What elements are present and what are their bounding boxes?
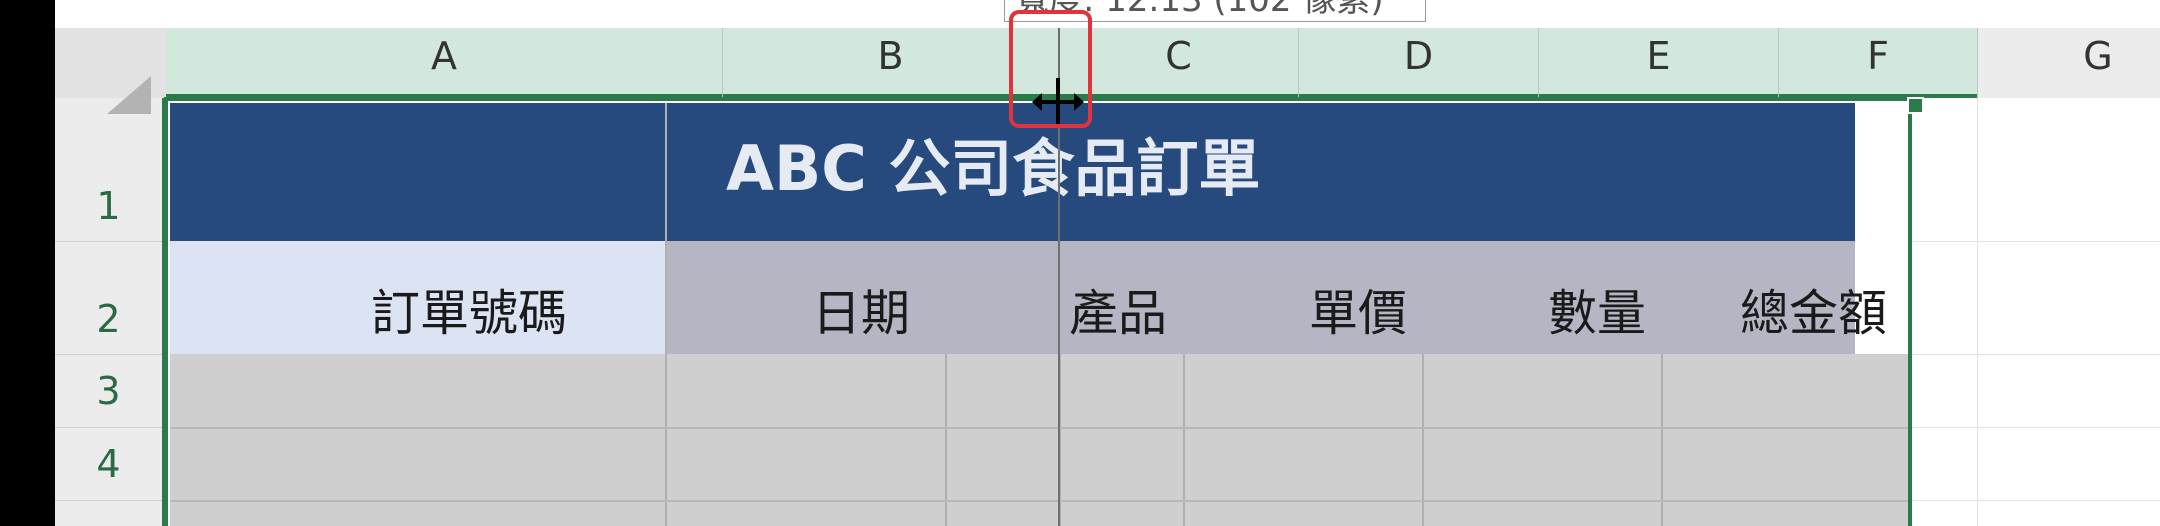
selection-border xyxy=(164,97,1912,526)
row-divider[interactable] xyxy=(55,500,162,501)
column-header-f[interactable]: F xyxy=(1779,28,1977,94)
gridline xyxy=(1910,241,2160,242)
row-header-1[interactable]: 1 xyxy=(55,184,162,228)
fill-handle[interactable] xyxy=(1907,97,1924,114)
gridline xyxy=(1977,98,1978,526)
column-header-b[interactable]: B xyxy=(723,28,1058,94)
gridline xyxy=(1910,354,2160,355)
column-header-a[interactable]: A xyxy=(166,28,722,94)
cursor-highlight-box xyxy=(1009,10,1092,128)
spreadsheet-window: A B C D E F G 1 2 3 4 ABC 公司食品訂單 訂單號碼 日期… xyxy=(55,0,2160,526)
select-all-button[interactable] xyxy=(55,28,166,114)
row-divider[interactable] xyxy=(55,241,162,242)
gridline xyxy=(1910,500,2160,501)
row-divider[interactable] xyxy=(55,427,162,428)
column-header-g[interactable]: G xyxy=(1978,28,2160,94)
column-header-c[interactable]: C xyxy=(1059,28,1298,94)
column-header-d[interactable]: D xyxy=(1299,28,1538,94)
gridline xyxy=(1910,427,2160,428)
row-header-2[interactable]: 2 xyxy=(55,297,162,341)
row-header-3[interactable]: 3 xyxy=(55,369,162,413)
column-header-e[interactable]: E xyxy=(1539,28,1778,94)
row-divider[interactable] xyxy=(55,354,162,355)
select-all-icon xyxy=(107,76,151,114)
row-header-4[interactable]: 4 xyxy=(55,442,162,486)
